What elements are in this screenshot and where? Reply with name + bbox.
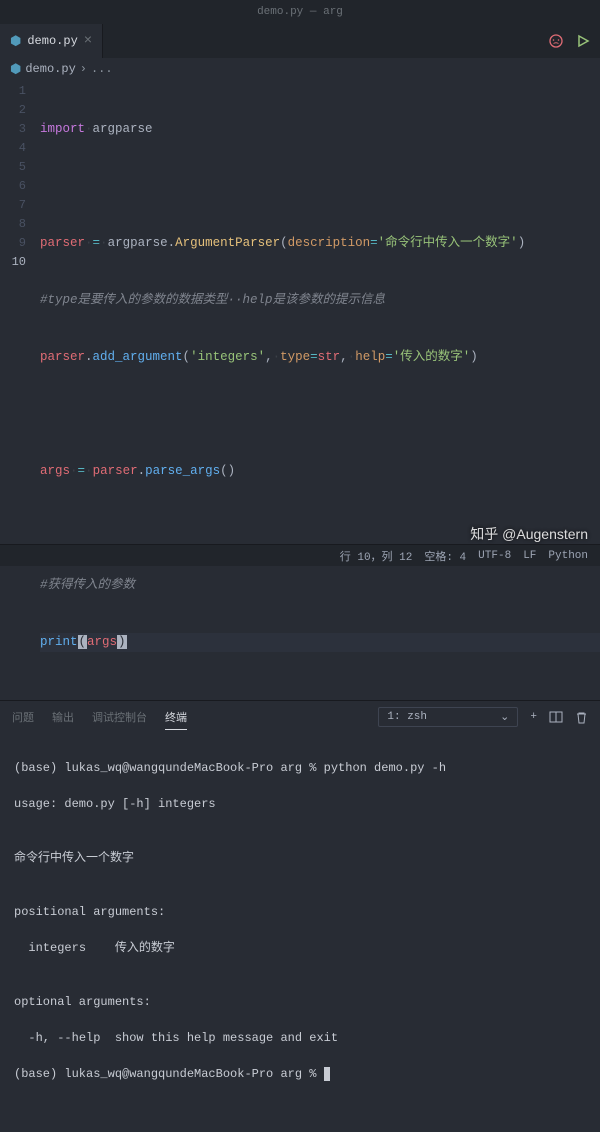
tab-label: demo.py [27,34,77,48]
python-file-icon: ⬢ [10,34,21,49]
code-line: #获得传入的参数 [40,576,600,595]
chevron-down-icon: ⌄ [500,710,509,724]
bracket-highlight: ( [78,635,88,649]
code-line: print(args) [40,633,600,652]
status-position[interactable]: 行 10，列 12 [340,548,413,564]
status-spaces[interactable]: 空格: 4 [424,548,466,564]
tab-debug[interactable]: 调试控制台 [92,709,147,725]
run-icon[interactable] [576,34,590,48]
split-terminal-icon[interactable] [549,710,563,724]
face-icon[interactable] [548,33,564,49]
code-line [40,177,600,196]
status-lang[interactable]: Python [548,550,588,562]
tab-actions [548,33,590,49]
code-line [40,405,600,424]
gutter: 1 2 3 4 5 6 7 8 9 10 [0,82,40,690]
code-line: import·argparse [40,120,600,139]
terminal-select[interactable]: 1: zsh ⌄ [378,707,518,727]
code-line: args·=·parser.parse_args() [40,462,600,481]
status-encoding[interactable]: UTF-8 [478,550,511,562]
title-bar: demo.py — arg [0,0,600,24]
panel: 问题 输出 调试控制台 终端 1: zsh ⌄ + (base) lukas_w… [0,700,600,1132]
python-file-icon: ⬢ [10,62,21,77]
tab-problems[interactable]: 问题 [12,709,34,725]
editor[interactable]: 1 2 3 4 5 6 7 8 9 10 import·argparse par… [0,80,600,700]
terminal-output[interactable]: (base) lukas_wq@wangqundeMacBook-Pro arg… [0,733,600,1132]
panel-tabs: 问题 输出 调试控制台 终端 1: zsh ⌄ + [0,701,600,733]
code-line: #type是要传入的参数的数据类型··help是该参数的提示信息 [40,291,600,310]
code-line: parser.add_argument('integers',·type=str… [40,348,600,367]
code-line: parser·=·argparse.ArgumentParser(descrip… [40,234,600,253]
window-title: demo.py — arg [257,6,343,18]
breadcrumb-sep: › [80,62,87,76]
tab-terminal[interactable]: 终端 [165,709,187,725]
trash-icon[interactable] [575,711,588,724]
breadcrumb-file: demo.py [25,62,75,76]
terminal-cursor [324,1067,330,1081]
close-icon[interactable]: × [84,33,92,49]
status-bar: 行 10，列 12 空格: 4 UTF-8 LF Python [0,544,600,566]
watermark: 知乎 @Augenstern [470,524,588,544]
status-eol[interactable]: LF [523,550,536,562]
bracket-highlight: ) [117,635,127,649]
tab-demo[interactable]: ⬢ demo.py × [0,24,103,58]
tabs-row: ⬢ demo.py × [0,24,600,58]
new-terminal-icon[interactable]: + [530,711,537,723]
tab-output[interactable]: 输出 [52,709,74,725]
breadcrumb-more: ... [91,62,113,76]
code-area[interactable]: import·argparse parser·=·argparse.Argume… [40,82,600,690]
breadcrumb[interactable]: ⬢ demo.py › ... [0,58,600,80]
